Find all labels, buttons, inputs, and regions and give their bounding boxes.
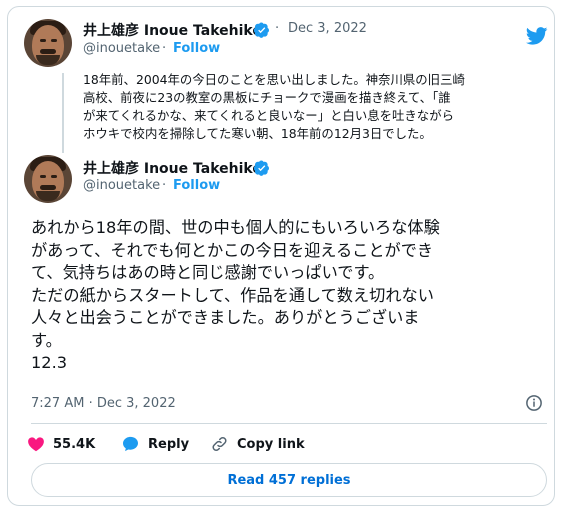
heart-icon	[28, 437, 44, 452]
author-name[interactable]: 井上雄彦 Inoue Takehiko	[83, 158, 262, 178]
author-name[interactable]: 井上雄彦 Inoue Takehiko	[83, 20, 262, 40]
reply-label: Reply	[148, 436, 190, 452]
follow-button[interactable]: Follow	[173, 41, 220, 56]
copy-link-button[interactable]: Copy link	[210, 435, 305, 453]
author-handle[interactable]: @inouetake	[83, 41, 160, 56]
read-replies-button[interactable]: Read 457 replies	[31, 463, 547, 497]
tweet-card: 井上雄彦 Inoue Takehiko · Dec 3, 2022 @inoue…	[7, 6, 555, 506]
twitter-bird-icon[interactable]	[526, 27, 548, 45]
tweet-date[interactable]: Dec 3, 2022	[288, 21, 367, 36]
like-button[interactable]: 55.4K	[27, 435, 95, 453]
reply-button[interactable]: Reply	[121, 435, 189, 453]
thread-connector	[62, 73, 64, 153]
read-replies-label: Read 457 replies	[227, 472, 351, 488]
separator-dot: ·	[275, 21, 280, 36]
reply-icon	[123, 436, 138, 452]
copy-link-label: Copy link	[237, 436, 305, 452]
author-handle[interactable]: @inouetake	[83, 178, 160, 193]
verified-badge-icon	[254, 22, 269, 38]
divider	[31, 423, 547, 424]
like-count: 55.4K	[53, 436, 96, 452]
avatar[interactable]	[24, 19, 72, 67]
separator-dot: ·	[162, 178, 167, 193]
avatar[interactable]	[24, 155, 72, 203]
follow-button[interactable]: Follow	[173, 178, 220, 193]
quoted-tweet-text: 18年前、2004年の今日のことを思い出しました。神奈川県の旧三崎 高校、前夜に…	[83, 72, 465, 141]
tweet-text: あれから18年の間、世の中も個人的にもいろいろな体験 があって、それでも何とかこ…	[31, 218, 440, 372]
verified-badge-icon	[254, 160, 269, 176]
separator-dot: ·	[162, 41, 167, 56]
link-icon	[212, 436, 227, 452]
tweet-timestamp[interactable]: 7:27 AM · Dec 3, 2022	[31, 396, 176, 411]
info-icon[interactable]	[525, 394, 543, 412]
